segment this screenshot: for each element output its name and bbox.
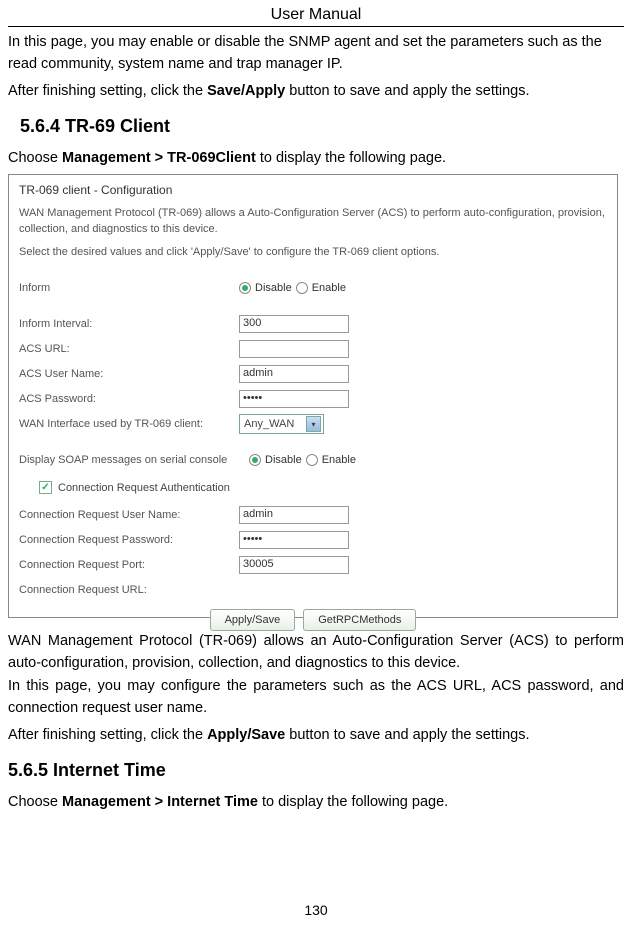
- body2-p3-post: button to save and apply the settings.: [285, 727, 529, 743]
- nav2-pre: Choose: [8, 794, 62, 810]
- inform-interval-label: Inform Interval:: [19, 318, 239, 330]
- wan-interface-label: WAN Interface used by TR-069 client:: [19, 418, 239, 430]
- nav1-post: to display the following page.: [256, 150, 446, 166]
- intro-p2-post: button to save and apply the settings.: [285, 83, 529, 99]
- page-header: User Manual: [8, 0, 624, 27]
- acs-url-label: ACS URL:: [19, 343, 239, 355]
- soap-label: Display SOAP messages on serial console: [19, 454, 249, 466]
- disable-label: Disable: [255, 282, 292, 294]
- save-apply-label: Save/Apply: [207, 83, 285, 99]
- body2-paragraph-2: In this page, you may configure the para…: [8, 675, 624, 720]
- tr069-config-screenshot: TR-069 client - Configuration WAN Manage…: [8, 174, 618, 618]
- cr-port-label: Connection Request Port:: [19, 559, 239, 571]
- inform-disable-radio[interactable]: [239, 282, 251, 294]
- intro-paragraph-1: In this page, you may enable or disable …: [8, 31, 624, 76]
- soap-disable-radio[interactable]: [249, 454, 261, 466]
- enable-label: Enable: [312, 282, 346, 294]
- body2-paragraph-1: WAN Management Protocol (TR-069) allows …: [8, 630, 624, 675]
- section-heading-internet-time: 5.6.5 Internet Time: [8, 760, 624, 781]
- acs-user-input[interactable]: admin: [239, 365, 349, 383]
- acs-user-label: ACS User Name:: [19, 368, 239, 380]
- soap-disable-label: Disable: [265, 454, 302, 466]
- nav-instruction-1: Choose Management > TR-069Client to disp…: [8, 147, 624, 169]
- screenshot-desc-2: Select the desired values and click 'App…: [19, 244, 607, 261]
- soap-enable-label: Enable: [322, 454, 356, 466]
- wan-interface-select[interactable]: Any_WAN ▾: [239, 414, 324, 434]
- nav1-path: Management > TR-069Client: [62, 150, 256, 166]
- page-number: 130: [0, 902, 632, 918]
- apply-save-label: Apply/Save: [207, 727, 285, 743]
- nav2-path: Management > Internet Time: [62, 794, 258, 810]
- nav2-post: to display the following page.: [258, 794, 448, 810]
- nav-instruction-2: Choose Management > Internet Time to dis…: [8, 791, 624, 813]
- screenshot-title: TR-069 client - Configuration: [19, 181, 607, 197]
- connection-request-auth-label: Connection Request Authentication: [58, 482, 230, 494]
- body2-paragraph-3: After finishing setting, click the Apply…: [8, 724, 624, 746]
- intro-p2-pre: After finishing setting, click the: [8, 83, 207, 99]
- acs-password-input[interactable]: •••••: [239, 390, 349, 408]
- cr-user-input[interactable]: admin: [239, 506, 349, 524]
- get-rpc-methods-button[interactable]: GetRPCMethods: [303, 609, 416, 631]
- cr-port-input[interactable]: 30005: [239, 556, 349, 574]
- connection-request-auth-checkbox[interactable]: [39, 481, 52, 494]
- intro-paragraph-2: After finishing setting, click the Save/…: [8, 80, 624, 102]
- section-heading-tr69: 5.6.4 TR-69 Client: [20, 116, 624, 137]
- chevron-down-icon: ▾: [306, 416, 321, 432]
- body2-p3-pre: After finishing setting, click the: [8, 727, 207, 743]
- apply-save-button[interactable]: Apply/Save: [210, 609, 296, 631]
- nav1-pre: Choose: [8, 150, 62, 166]
- cr-url-label: Connection Request URL:: [19, 584, 239, 596]
- cr-password-input[interactable]: •••••: [239, 531, 349, 549]
- header-title: User Manual: [271, 6, 362, 23]
- cr-user-label: Connection Request User Name:: [19, 509, 239, 521]
- soap-enable-radio[interactable]: [306, 454, 318, 466]
- acs-password-label: ACS Password:: [19, 393, 239, 405]
- acs-url-input[interactable]: [239, 340, 349, 358]
- cr-password-label: Connection Request Password:: [19, 534, 239, 546]
- inform-label: Inform: [19, 282, 239, 294]
- inform-enable-radio[interactable]: [296, 282, 308, 294]
- screenshot-desc-1: WAN Management Protocol (TR-069) allows …: [19, 205, 607, 238]
- wan-interface-value: Any_WAN: [244, 418, 294, 430]
- inform-interval-input[interactable]: 300: [239, 315, 349, 333]
